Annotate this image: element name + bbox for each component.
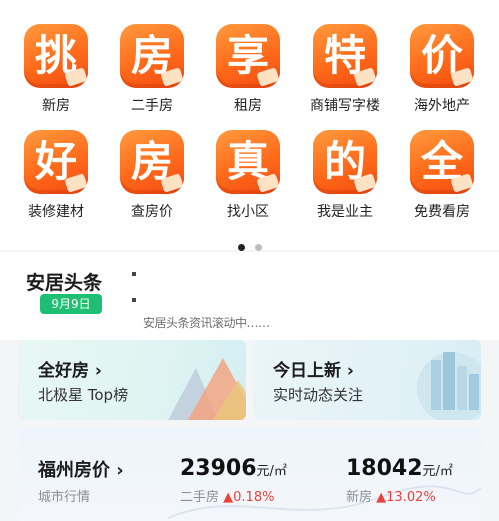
category-label: 我是业主: [317, 204, 373, 220]
category-new-house[interactable]: 挑 新房: [8, 24, 104, 115]
category-free-viewing[interactable]: 全 免费看房: [394, 130, 490, 221]
promo-best-homes[interactable]: 全好房 › 北极星 Top榜: [18, 340, 246, 420]
jia-badge-icon: 价: [410, 24, 474, 88]
category-label: 装修建材: [28, 204, 84, 220]
price-title[interactable]: 福州房价 ›: [38, 456, 124, 482]
category-label: 找小区: [227, 204, 269, 220]
app-page: 挑 新房 房 二手房 享 租房 特 商铺写字楼 价 海外地产 好 装修建材 房 …: [0, 0, 499, 521]
category-label: 新房: [42, 98, 70, 114]
zhen-badge-icon: 真: [216, 130, 280, 194]
category-find-community[interactable]: 真 找小区: [200, 130, 296, 221]
promo-subtitle: 实时动态关注: [273, 386, 364, 404]
category-label: 查房价: [131, 204, 173, 220]
category-label: 租房: [234, 98, 262, 114]
promo-title: 今日上新 ›: [273, 361, 354, 381]
top-card-edge: [20, 0, 472, 8]
category-label: 免费看房: [414, 204, 470, 220]
news-bullet: [132, 298, 136, 302]
pager-dot: [254, 244, 262, 251]
fang-badge-icon: 房: [120, 130, 184, 194]
news-ticker[interactable]: 安居头条资讯滚动中……: [143, 314, 463, 331]
promo-subtitle: 北极星 Top榜: [38, 386, 129, 404]
pager-dot-active: [237, 244, 245, 251]
second-hand-price: 23906元/㎡: [180, 456, 287, 481]
xiang-badge-icon: 享: [216, 24, 280, 88]
headline-news[interactable]: 安居头条 9月9日 安居头条资讯滚动中……: [0, 252, 499, 340]
category-label: 海外地产: [414, 98, 470, 114]
trend-up-change: ▲13.02%: [376, 490, 436, 505]
category-grid: 挑 新房 房 二手房 享 租房 特 商铺写字楼 价 海外地产 好 装修建材 房 …: [0, 0, 499, 251]
hao-badge-icon: 好: [24, 130, 88, 194]
de-badge-icon: 的: [313, 130, 377, 194]
category-rent[interactable]: 享 租房: [200, 24, 296, 115]
category-price-check[interactable]: 房 查房价: [104, 130, 200, 221]
category-owner[interactable]: 的 我是业主: [297, 130, 393, 221]
quan-badge-icon: 全: [410, 130, 474, 194]
category-decoration[interactable]: 好 装修建材: [8, 130, 104, 221]
category-label: 二手房: [131, 98, 173, 114]
new-house-meta: 新房 ▲13.02%: [346, 490, 436, 505]
second-hand-meta: 二手房 ▲0.18%: [180, 490, 275, 505]
trend-up-change: ▲0.18%: [223, 490, 275, 505]
news-title: 安居头条: [26, 272, 103, 294]
promo-new-today[interactable]: 今日上新 › 实时动态关注: [253, 340, 481, 420]
category-commercial[interactable]: 特 商铺写字楼: [297, 24, 393, 115]
category-overseas[interactable]: 价 海外地产: [394, 24, 490, 115]
news-logo: 安居头条 9月9日: [18, 264, 130, 314]
category-second-hand[interactable]: 房 二手房: [104, 24, 200, 115]
category-label: 商铺写字楼: [310, 98, 380, 114]
promo-title: 全好房 ›: [38, 361, 102, 381]
city-price-card[interactable]: 福州房价 › 城市行情 23906元/㎡ 二手房 ▲0.18% 18042元/㎡…: [18, 428, 481, 521]
news-bullet: [132, 272, 136, 276]
tiao-badge-icon: 挑: [24, 24, 88, 88]
news-date-badge: 9月9日: [40, 294, 102, 314]
fang-badge-icon: 房: [120, 24, 184, 88]
new-house-price: 18042元/㎡: [346, 456, 453, 481]
price-subtitle: 城市行情: [38, 490, 91, 505]
te-badge-icon: 特: [313, 24, 377, 88]
